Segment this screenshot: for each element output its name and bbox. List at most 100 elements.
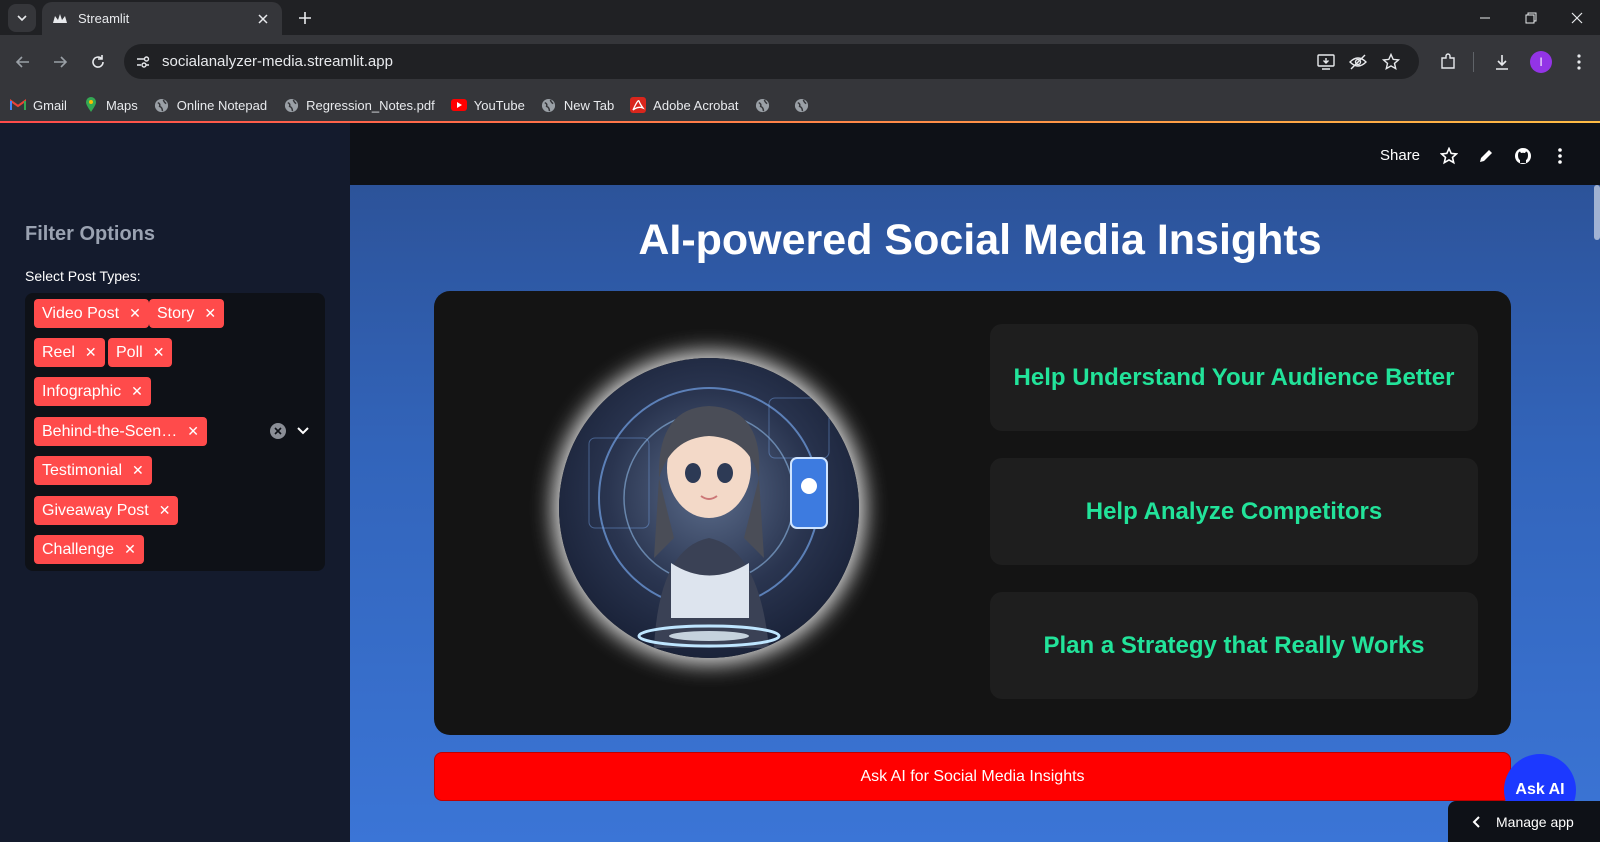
- bookmark-regression-notes[interactable]: Regression_Notes.pdf: [283, 93, 435, 117]
- chip-video-post: Video Post ✕: [34, 299, 149, 328]
- bookmarks-bar: Gmail Maps Online Notepad Regression_Not…: [0, 89, 1600, 121]
- url-text: socialanalyzer-media.streamlit.app: [162, 53, 393, 70]
- feature-text: Plan a Strategy that Really Works: [1043, 631, 1425, 659]
- globe-icon: [283, 97, 299, 113]
- bookmark-unnamed-1[interactable]: [754, 93, 777, 117]
- post-type-multiselect[interactable]: Video Post ✕ Story ✕ Reel ✕ Poll ✕ Infograph…: [25, 293, 325, 571]
- bookmark-youtube[interactable]: YouTube: [450, 93, 525, 117]
- bookmark-star-icon[interactable]: [1377, 48, 1405, 76]
- arrow-left-icon: [15, 56, 29, 68]
- forward-button[interactable]: [46, 48, 74, 76]
- edit-icon[interactable]: [1474, 144, 1498, 168]
- globe-icon: [793, 97, 809, 113]
- remove-chip-icon[interactable]: ✕: [131, 383, 143, 400]
- feature-text: Help Analyze Competitors: [1085, 497, 1383, 525]
- profile-avatar[interactable]: I: [1530, 51, 1552, 73]
- hero-card: Help Understand Your Audience Better Hel…: [434, 291, 1511, 735]
- chip-giveaway-post: Giveaway Post ✕: [34, 496, 179, 525]
- chip-label: Testimonial: [42, 461, 123, 479]
- chip-label: Behind-the-Scen…: [42, 422, 178, 440]
- remove-chip-icon[interactable]: ✕: [159, 502, 171, 519]
- download-icon[interactable]: [1488, 48, 1516, 76]
- multiselect-label: Select Post Types:: [25, 268, 141, 284]
- chip-label: Reel: [42, 343, 75, 361]
- acrobat-icon: [630, 97, 647, 113]
- remove-chip-icon[interactable]: ✕: [124, 541, 136, 558]
- remove-chip-icon[interactable]: ✕: [132, 462, 144, 479]
- maps-icon: [83, 97, 99, 113]
- app-header: Share: [350, 123, 1600, 185]
- site-info-icon[interactable]: [128, 47, 158, 77]
- reload-button[interactable]: [84, 48, 112, 76]
- chip-poll: Poll ✕: [108, 338, 173, 367]
- remove-chip-icon[interactable]: ✕: [187, 423, 199, 440]
- address-bar[interactable]: socialanalyzer-media.streamlit.app: [124, 44, 1419, 79]
- bookmark-online-notepad[interactable]: Online Notepad: [154, 93, 267, 117]
- chip-reel: Reel ✕: [34, 338, 105, 367]
- chip-label: Giveaway Post: [42, 501, 149, 519]
- window-close-button[interactable]: [1554, 0, 1600, 35]
- bookmark-gmail[interactable]: Gmail: [10, 93, 67, 117]
- bookmark-label: Online Notepad: [176, 97, 268, 113]
- tab-search-button[interactable]: [8, 4, 36, 32]
- star-icon[interactable]: [1437, 144, 1461, 168]
- streamlit-crown-icon: [52, 11, 68, 27]
- manage-app-button[interactable]: Manage app: [1448, 801, 1600, 842]
- restore-button[interactable]: [1508, 0, 1554, 35]
- bookmark-label: YouTube: [473, 97, 525, 113]
- sidebar-title: Filter Options: [25, 223, 155, 245]
- github-icon[interactable]: [1511, 144, 1535, 168]
- app-menu-icon[interactable]: [1548, 144, 1572, 168]
- feature-audience: Help Understand Your Audience Better: [990, 324, 1478, 431]
- bookmark-new-tab[interactable]: New Tab: [541, 93, 614, 117]
- bookmark-maps[interactable]: Maps: [83, 93, 138, 117]
- bookmark-label: Regression_Notes.pdf: [306, 97, 435, 113]
- clear-all-icon[interactable]: [270, 423, 286, 439]
- ask-ai-insights-button[interactable]: Ask AI for Social Media Insights: [434, 752, 1511, 801]
- remove-chip-icon[interactable]: ✕: [204, 305, 216, 322]
- new-tab-button[interactable]: [294, 7, 316, 29]
- ai-avatar-image: [559, 358, 859, 658]
- eye-off-icon[interactable]: [1344, 48, 1372, 76]
- remove-chip-icon[interactable]: ✕: [129, 305, 141, 322]
- globe-icon: [754, 97, 770, 113]
- chip-label: Story: [157, 304, 195, 322]
- bookmark-unnamed-2[interactable]: [793, 93, 816, 117]
- chevron-down-icon: [17, 15, 27, 22]
- chip-label: Infographic: [42, 382, 122, 400]
- globe-icon: [541, 97, 557, 113]
- chevron-down-icon[interactable]: [293, 421, 313, 441]
- chip-story: Story ✕: [149, 299, 225, 328]
- tab-bar: Streamlit: [0, 0, 1600, 35]
- install-app-icon[interactable]: [1312, 48, 1340, 76]
- minimize-icon: [1480, 17, 1490, 18]
- restore-icon: [1525, 12, 1537, 23]
- close-icon[interactable]: [254, 10, 272, 28]
- share-button[interactable]: Share: [1380, 147, 1420, 164]
- youtube-icon: [450, 97, 467, 113]
- feature-text: Help Understand Your Audience Better: [1013, 363, 1455, 391]
- extensions-icon[interactable]: [1434, 48, 1462, 76]
- manage-app-label: Manage app: [1496, 813, 1574, 830]
- chip-testimonial: Testimonial ✕: [34, 456, 152, 485]
- bookmark-label: Gmail: [33, 97, 67, 113]
- chip-infographic: Infographic ✕: [34, 377, 151, 406]
- browser-menu-icon[interactable]: [1565, 48, 1593, 76]
- browser-tab[interactable]: Streamlit: [42, 2, 282, 35]
- arrow-right-icon: [54, 56, 68, 68]
- feature-competitors: Help Analyze Competitors: [990, 458, 1478, 565]
- globe-icon: [154, 97, 170, 113]
- tab-title: Streamlit: [78, 11, 130, 26]
- gmail-icon: [10, 97, 26, 113]
- bookmark-adobe-acrobat[interactable]: Adobe Acrobat: [630, 93, 738, 117]
- minimize-button[interactable]: [1462, 0, 1508, 35]
- chevron-left-icon: [1472, 815, 1480, 828]
- toolbar-divider: [1473, 52, 1474, 72]
- sidebar: Filter Options Select Post Types: Video …: [0, 123, 350, 842]
- main-content: Share AI-powered Social Media Insights H…: [350, 123, 1600, 842]
- chip-label: Challenge: [42, 540, 115, 558]
- remove-chip-icon[interactable]: ✕: [85, 344, 97, 361]
- back-button[interactable]: [9, 48, 37, 76]
- plus-icon: [299, 12, 311, 24]
- remove-chip-icon[interactable]: ✕: [153, 344, 165, 361]
